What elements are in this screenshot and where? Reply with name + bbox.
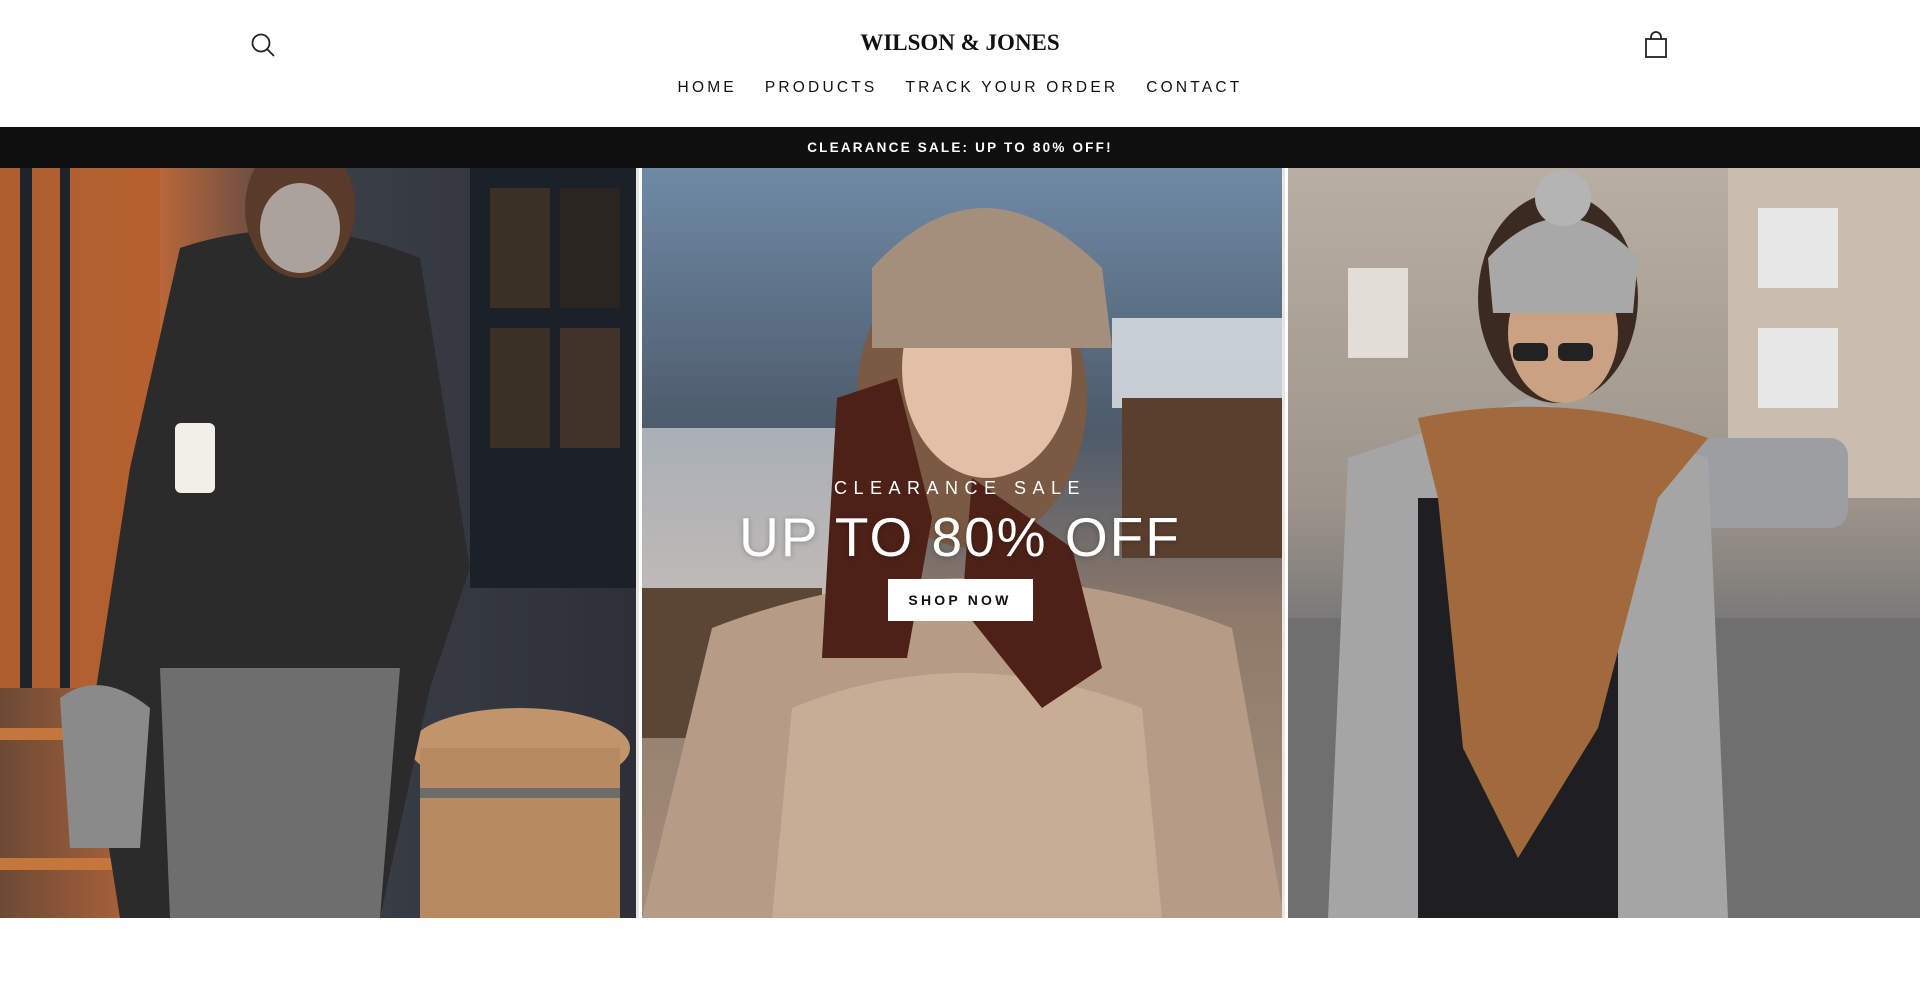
page-content-below [0, 918, 1920, 993]
nav-track-order[interactable]: TRACK YOUR ORDER [891, 79, 1132, 97]
hero-overlay: CLEARANCE SALE UP TO 80% OFF SHOP NOW [640, 168, 1280, 918]
main-nav: HOME PRODUCTS TRACK YOUR ORDER CONTACT [0, 79, 1920, 97]
nav-home[interactable]: HOME [664, 79, 751, 97]
nav-contact[interactable]: CONTACT [1132, 79, 1256, 97]
shop-now-button[interactable]: SHOP NOW [887, 579, 1033, 621]
hero-title: UP TO 80% OFF [739, 506, 1181, 568]
logo-link[interactable]: WILSON & JONES [860, 30, 1059, 55]
site-header: WILSON & JONES HOME PRODUCTS TRACK YOUR … [0, 0, 1920, 127]
hero-image-woman-scarf [1287, 168, 1920, 918]
shopping-bag-icon[interactable] [1643, 31, 1669, 59]
panel-divider [636, 168, 639, 918]
hero-subtitle: CLEARANCE SALE [833, 478, 1087, 498]
site-logo: WILSON & JONES [0, 30, 1920, 56]
panel-divider [1281, 168, 1285, 918]
hero-image-man [0, 168, 636, 918]
announcement-bar: CLEARANCE SALE: UP TO 80% OFF! [0, 127, 1920, 168]
announcement-text[interactable]: CLEARANCE SALE: UP TO 80% OFF! [807, 140, 1113, 155]
nav-products[interactable]: PRODUCTS [751, 79, 892, 97]
